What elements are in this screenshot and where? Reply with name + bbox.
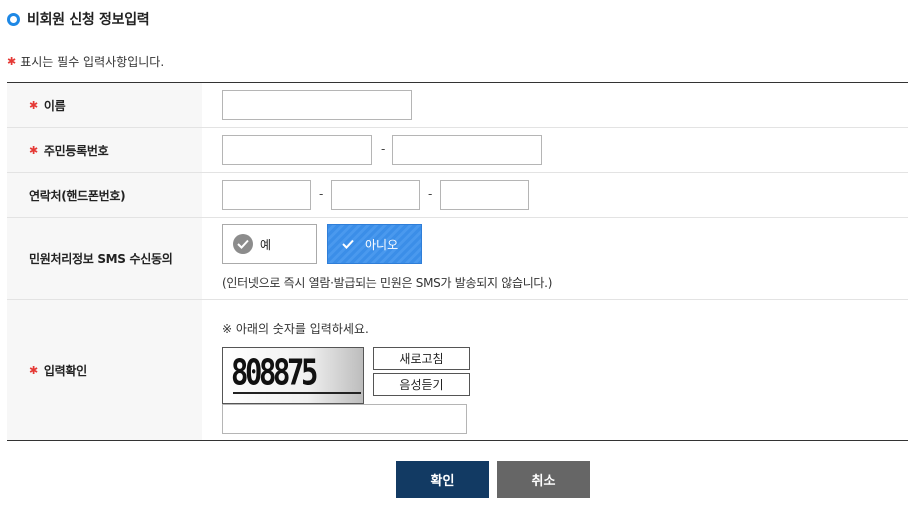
required-star-icon: ✱ [7,54,17,68]
captcha-label: ✱ 입력확인 [7,300,202,440]
sms-label: 민원처리정보 SMS 수신동의 [7,218,202,299]
captcha-code: 808875 [231,352,318,394]
ssn-label: ✱ 주민등록번호 [7,128,202,172]
confirm-button[interactable]: 확인 [396,461,489,498]
ssn-dash: - [381,142,386,156]
required-star-icon: ✱ [29,363,38,377]
section-title: 비회원 신청 정보입력 [7,9,150,29]
cancel-button[interactable]: 취소 [497,461,590,498]
section-title-text: 비회원 신청 정보입력 [27,12,150,28]
sms-no-option[interactable]: 아니오 [327,224,422,264]
ssn-label-text: 주민등록번호 [43,143,109,158]
phone-label-text: 연락처(핸드폰번호) [29,188,126,203]
captcha-label-text: 입력확인 [43,363,87,378]
phone-first-input[interactable] [222,180,311,210]
captcha-input[interactable] [222,404,467,434]
required-note-text: 표시는 필수 입력사항입니다. [20,54,165,69]
phone-last-input[interactable] [440,180,529,210]
phone-middle-input[interactable] [331,180,420,210]
captcha-refresh-button[interactable]: 새로고침 [373,347,470,370]
sms-no-label: 아니오 [365,237,399,252]
ssn-cell: - [202,128,908,172]
row-captcha: ✱ 입력확인 ※ 아래의 숫자를 입력하세요. 808875 새로고침 음성듣기 [7,300,908,440]
phone-label: 연락처(핸드폰번호) [7,173,202,217]
row-name: ✱ 이름 [7,83,908,128]
name-cell [202,83,908,127]
check-icon [338,234,358,254]
captcha-cell: ※ 아래의 숫자를 입력하세요. 808875 새로고침 음성듣기 [202,300,908,440]
ssn-back-input[interactable] [392,135,542,165]
required-star-icon: ✱ [29,143,38,157]
sms-yes-option[interactable]: 예 [222,224,317,264]
captcha-audio-button[interactable]: 음성듣기 [373,373,470,396]
circle-bullet-icon [7,12,20,26]
required-note: ✱ 표시는 필수 입력사항입니다. [7,53,164,69]
sms-note: (인터넷으로 즉시 열람·발급되는 민원은 SMS가 발송되지 않습니다.) [222,276,553,290]
row-phone: 연락처(핸드폰번호) - - [7,173,908,218]
row-sms-consent: 민원처리정보 SMS 수신동의 예 아니오 (인터넷으로 즉시 열람·발급되는 … [7,218,908,300]
phone-cell: - - [202,173,908,217]
name-label: ✱ 이름 [7,83,202,127]
check-icon [233,234,253,254]
applicant-form: ✱ 이름 ✱ 주민등록번호 - 연락처(핸드폰번호) - - 민원처리정보 SM… [7,82,908,441]
ssn-front-input[interactable] [222,135,372,165]
sms-cell: 예 아니오 (인터넷으로 즉시 열람·발급되는 민원은 SMS가 발송되지 않습… [202,218,908,299]
phone-dash-1: - [319,187,324,201]
name-input[interactable] [222,90,412,120]
phone-dash-2: - [428,187,433,201]
name-label-text: 이름 [43,98,66,113]
captcha-noise-line [233,392,361,394]
sms-label-text: 민원처리정보 SMS 수신동의 [29,252,173,266]
captcha-note: ※ 아래의 숫자를 입력하세요. [222,322,369,336]
sms-yes-label: 예 [260,237,272,252]
row-ssn: ✱ 주민등록번호 - [7,128,908,173]
required-star-icon: ✱ [29,98,38,112]
captcha-image: 808875 [222,347,364,404]
